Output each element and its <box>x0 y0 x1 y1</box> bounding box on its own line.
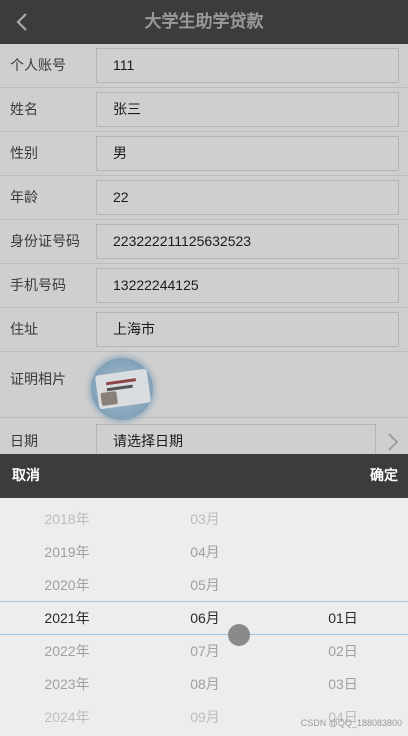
confirm-button[interactable]: 确定 <box>370 454 398 498</box>
photo-label: 证明相片 <box>10 372 66 388</box>
form-row-phone: 手机号码 13222244125 <box>0 264 408 308</box>
address-input[interactable]: 上海市 <box>96 312 399 347</box>
date-picker: 2018年 2019年 2020年 2021年 2022年 2023年 2024… <box>0 498 408 736</box>
id-number-input[interactable]: 223222211125632523 <box>96 224 399 259</box>
form-row-id-number: 身份证号码 223222211125632523 <box>0 220 408 264</box>
year-option-selected[interactable]: 2021年 <box>28 602 106 635</box>
day-option[interactable]: 02日 <box>315 635 371 668</box>
selection-line-top <box>0 601 408 602</box>
month-option[interactable]: 03月 <box>175 503 235 536</box>
month-option[interactable]: 09月 <box>175 701 235 734</box>
year-option[interactable]: 2019年 <box>28 536 106 569</box>
phone-input[interactable]: 13222244125 <box>96 268 399 303</box>
app-header: 大学生助学贷款 <box>0 0 408 44</box>
month-option[interactable]: 05月 <box>175 569 235 602</box>
year-option[interactable]: 2023年 <box>28 668 106 701</box>
date-picker-toolbar: 取消 确定 <box>0 454 408 498</box>
form-row-address: 住址 上海市 <box>0 308 408 352</box>
form-row-gender: 性别 男 <box>0 132 408 176</box>
selection-line-bottom <box>0 634 408 635</box>
day-wheel[interactable]: 01日 02日 03日 04日 <box>315 602 371 734</box>
name-label: 姓名 <box>10 102 38 118</box>
gender-label: 性别 <box>10 146 38 162</box>
form-row-name: 姓名 张三 <box>0 88 408 132</box>
cancel-button[interactable]: 取消 <box>12 454 40 498</box>
year-wheel[interactable]: 2018年 2019年 2020年 2021年 2022年 2023年 2024… <box>28 503 106 734</box>
year-option[interactable]: 2018年 <box>28 503 106 536</box>
day-option-selected[interactable]: 01日 <box>315 602 371 635</box>
month-option[interactable]: 08月 <box>175 668 235 701</box>
month-option-selected[interactable]: 06月 <box>175 602 235 635</box>
name-input[interactable]: 张三 <box>96 92 399 127</box>
year-option[interactable]: 2020年 <box>28 569 106 602</box>
loan-form: 个人账号 111 姓名 张三 性别 男 年龄 22 身份证号码 22322221… <box>0 44 408 459</box>
month-wheel[interactable]: 03月 04月 05月 06月 07月 08月 09月 <box>175 503 235 734</box>
id-card-image <box>94 368 152 410</box>
age-input[interactable]: 22 <box>96 180 399 215</box>
account-label: 个人账号 <box>10 58 66 74</box>
id-number-label: 身份证号码 <box>10 234 80 250</box>
touch-indicator <box>228 624 250 646</box>
day-option[interactable]: 03日 <box>315 668 371 701</box>
year-option[interactable]: 2022年 <box>28 635 106 668</box>
form-row-account: 个人账号 111 <box>0 44 408 88</box>
chevron-right-icon[interactable] <box>386 432 400 452</box>
form-row-photo: 证明相片 <box>0 352 408 420</box>
page-title: 大学生助学贷款 <box>144 12 264 32</box>
year-option[interactable]: 2024年 <box>28 701 106 734</box>
age-label: 年龄 <box>10 190 38 206</box>
account-input[interactable]: 111 <box>96 48 399 83</box>
watermark: CSDN @QQ_188083800 <box>300 718 402 728</box>
month-option[interactable]: 04月 <box>175 536 235 569</box>
gender-input[interactable]: 男 <box>96 136 399 171</box>
proof-photo-thumbnail[interactable] <box>91 358 153 420</box>
phone-label: 手机号码 <box>10 278 66 294</box>
month-option[interactable]: 07月 <box>175 635 235 668</box>
address-label: 住址 <box>10 322 38 338</box>
form-row-age: 年龄 22 <box>0 176 408 220</box>
